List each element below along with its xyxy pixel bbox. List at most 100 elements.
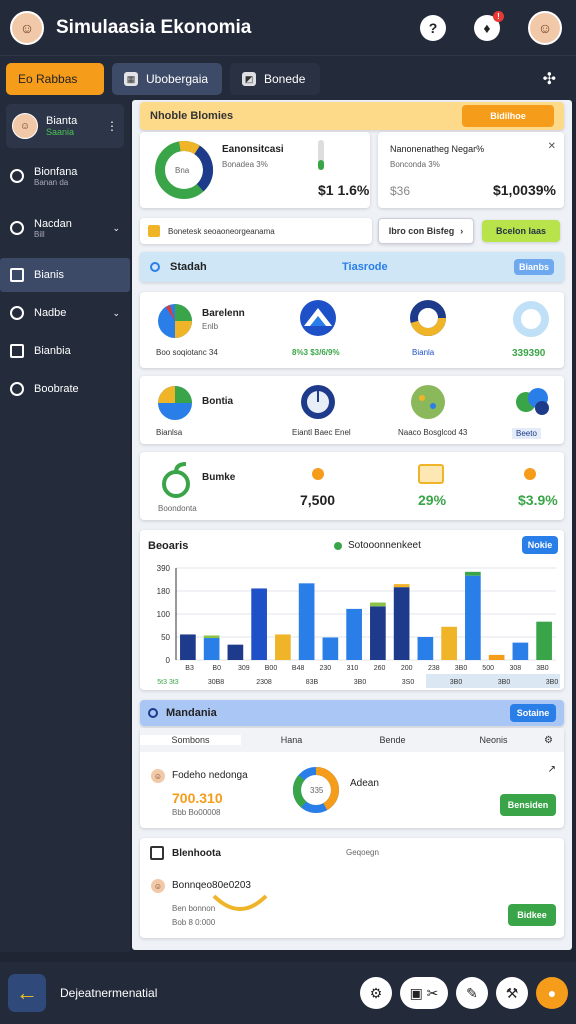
section-button[interactable]: Bianbs [514,259,554,275]
coin-menu-icon[interactable]: ● [536,977,568,1009]
bar-cap [465,571,481,576]
grid1-footer: Boo soqiotanc 34 [156,348,218,357]
tab-label: Eo Rabbas [18,72,78,86]
market-avatar: ☺ [150,768,166,784]
bar [227,644,244,660]
summary-left-value: $1 1.6% [318,182,370,198]
banner: Nhoble Blomies Bidilhoe [140,102,564,130]
summary-right-sub: Bonconda 3% [390,160,440,169]
grid2-footer: Bianlsa [156,428,183,437]
tab-overview[interactable]: ▦ Ubobergaia [112,63,222,95]
profile-avatar[interactable]: ☺ [528,10,562,45]
ring-icon [513,301,549,337]
bar [346,608,362,660]
coin-icon-1 [312,468,324,480]
help-icon[interactable]: ? [420,14,446,41]
user-avatar[interactable]: ☺ [10,10,44,45]
sidebar-item-3[interactable]: Bianis [0,258,130,292]
notification-icon[interactable]: ♦! [474,10,504,41]
back-arrow-icon[interactable]: ← [8,974,46,1012]
sidebar-item-2[interactable]: Nacdan Bill ⌄ [0,208,130,248]
grid2-c3: Naaco Bosglcod 43 [398,428,468,437]
summary-left-sub: Bonadea 3% [222,160,268,169]
tab-bar: Eo Rabbas ▦ Ubobergaia ◩ Bonede ✣ [0,56,576,102]
app-title: Simulaasia Ekonomia [56,16,252,38]
grid1-c2: 8%3 $3/6/9% [292,348,340,357]
bar [322,637,339,660]
footer-label: 3B0 [546,679,559,686]
filter-link[interactable]: Ibro con Bisfeg › [378,218,474,244]
tools-icon[interactable]: ▣ ✂ [400,977,448,1009]
x-tick-label: B3 [185,665,194,672]
market-tab-1[interactable]: Sombons [140,735,241,745]
summary-right-value: $1,0039% [492,182,556,198]
chat-icon [10,306,24,320]
tab-stocks[interactable]: ◩ Bonede [230,63,320,95]
plant-icon [162,462,190,498]
hammer-icon[interactable]: ⚒ [496,977,528,1009]
y-tick-label: 390 [157,564,171,573]
bar [536,621,552,660]
x-tick-label: 308 [509,665,521,672]
market-button[interactable]: Sotaine [510,704,556,722]
action-button[interactable]: Bcelon laas [482,220,560,242]
market-header: Mandania Sotaine [140,700,564,726]
more-icon[interactable]: ⋮ [106,119,118,133]
tab-label: Ubobergaia [146,72,209,86]
summary-card-left[interactable]: Bna Eanonsitcasi Bonadea 3% $1 1.6% [140,132,370,208]
summary-right-title: Nanonenatheg Negar% [390,144,485,154]
expand-icon[interactable]: ✣ [543,69,556,89]
grid1-title: Barelenn [202,308,245,319]
market-row2-button[interactable]: Bidkee [508,904,556,926]
cloud-icon [516,388,549,415]
chart-button[interactable]: Nokie [522,536,558,554]
grid2-c4[interactable]: Beeto [512,428,541,439]
summary-card-right[interactable]: Nanonenatheg Negar% ✕ Bonconda 3% $36 $1… [378,132,564,208]
tab-home[interactable]: Eo Rabbas [6,63,104,95]
building-icon: ▦ [124,72,138,86]
market-tab-4[interactable]: Neonis [443,735,544,745]
market-row1-button[interactable]: Bensiden [500,794,556,816]
chevron-right-icon: › [460,226,464,236]
market-donut-label: 335 [310,786,324,795]
search-field-text: Bonetesk seoaoneorgeanama [168,226,275,236]
footer-label: 2308 [256,679,272,686]
grid-row-1: Barelenn Enlb Boo soqiotanc 34 8%3 $3/6/… [140,292,564,368]
edit-icon[interactable]: ✎ [456,977,488,1009]
square-icon [10,268,24,282]
x-tick-label: 230 [319,665,331,672]
x-tick-label: B00 [265,665,278,672]
bar [370,606,386,660]
grid2-c2: Eiantl Baec Enel [292,428,351,437]
bar [251,588,267,660]
market-tab-2[interactable]: Hana [241,735,342,745]
search-field[interactable]: Bonetesk seoaoneorgeanama [140,218,372,244]
market-tab-3[interactable]: Bende [342,735,443,745]
market-row1-sub: Bbb Bo00008 [172,808,221,817]
main-panel: Nhoble Blomies Bidilhoe Bna Eanonsitcasi… [132,100,572,950]
info-icon [150,262,160,272]
market-row2-right: Geqoegn [346,848,379,857]
expand-arrow-icon[interactable]: ↗ [548,764,556,775]
close-icon[interactable]: ✕ [548,141,556,152]
x-tick-label: 260 [374,665,386,672]
market-row2-sub: Ben bonnon [172,904,216,913]
y-tick-label: 50 [161,633,170,642]
banner-button[interactable]: Bidilhoe [462,105,554,127]
footer-label: 3B0 [450,679,463,686]
sidebar-item-5[interactable]: Bianbia [0,334,130,368]
chevron-down-icon: ⌄ [112,222,120,233]
grid3-c4: $3.9% [518,492,558,508]
settings-icon[interactable]: ⚙ [544,735,564,746]
sidebar-item-4[interactable]: Nadbe ⌄ [0,296,130,330]
y-tick-label: 100 [157,610,171,619]
pie-icon-1 [158,304,192,338]
grid-row-2: Bontia Bianlsa Eiantl Baec Enel Naaco Bo… [140,376,564,444]
sidebar-user[interactable]: ☺ Bianta Saania ⋮ [6,104,124,148]
bar [298,583,315,660]
x-tick-label: 500 [482,665,494,672]
top-bar: ☺ Simulaasia Ekonomia ? ♦! ☺ [0,0,576,56]
settings-gear-icon[interactable]: ⚙ [360,977,392,1009]
sidebar-item-6[interactable]: Boobrate [0,372,130,406]
sidebar-item-1[interactable]: Bionfana Banan da [0,156,130,196]
